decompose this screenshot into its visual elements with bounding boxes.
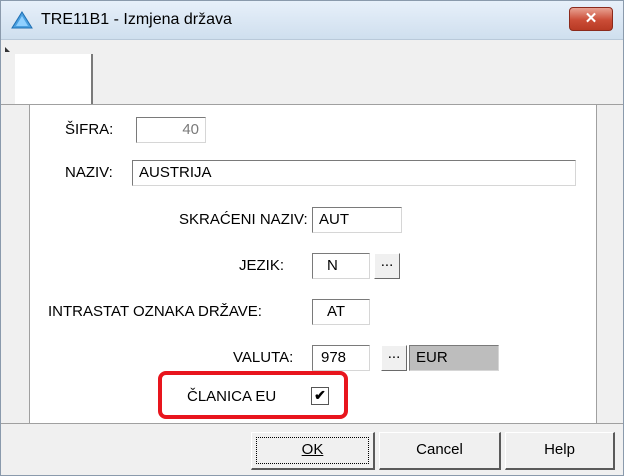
skraceni-naziv-label: SKRAĆENI NAZIV: <box>179 211 308 228</box>
naziv-field[interactable]: AUSTRIJA <box>132 160 576 186</box>
intrastat-label: INTRASTAT OZNAKA DRŽAVE: <box>48 303 262 320</box>
check-icon: ✔ <box>314 387 326 403</box>
clanica-eu-checkbox[interactable]: ✔ <box>311 387 329 405</box>
help-label: Help <box>544 441 575 458</box>
close-button[interactable]: ✕ <box>569 7 613 31</box>
cancel-button[interactable]: Cancel <box>379 432 501 470</box>
naziv-label: NAZIV: <box>65 164 113 181</box>
sifra-field[interactable]: 40 <box>136 117 206 143</box>
jezik-lookup-button[interactable]: ... <box>374 253 400 279</box>
jezik-field[interactable]: N <box>312 253 370 279</box>
valuta-label: VALUTA: <box>233 349 294 366</box>
clanica-eu-label: ČLANICA EU <box>187 388 277 405</box>
ok-button[interactable]: OK <box>251 432 375 470</box>
valuta-field[interactable]: 978 <box>312 345 370 371</box>
dialog-window: TRE11B1 - Izmjena država ✕ ŠIFRA: 40 NAZ… <box>0 0 624 476</box>
jezik-label: JEZIK: <box>239 257 285 274</box>
close-icon: ✕ <box>584 10 598 27</box>
valuta-lookup-button[interactable]: ... <box>381 345 407 371</box>
valuta-name-field: EUR <box>409 345 499 371</box>
sifra-label: ŠIFRA: <box>65 121 114 138</box>
intrastat-field[interactable]: AT <box>312 299 370 325</box>
title-bar[interactable]: TRE11B1 - Izmjena država ✕ <box>1 1 623 40</box>
tab-strip <box>1 52 623 105</box>
help-button[interactable]: Help <box>505 432 615 470</box>
app-triangle-icon <box>11 11 33 29</box>
ok-label: OK <box>301 441 324 458</box>
cancel-label: Cancel <box>416 441 463 458</box>
window-title: TRE11B1 - Izmjena država <box>41 11 232 28</box>
tab-main[interactable] <box>15 54 93 104</box>
skraceni-naziv-field[interactable]: AUT <box>312 207 402 233</box>
